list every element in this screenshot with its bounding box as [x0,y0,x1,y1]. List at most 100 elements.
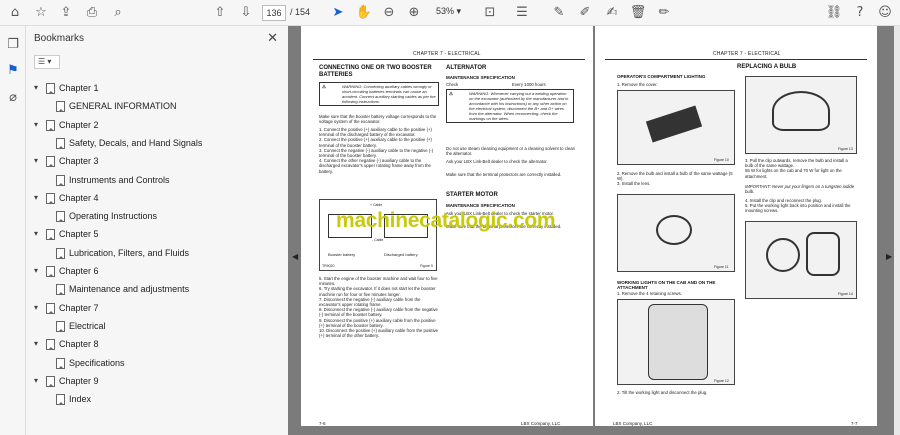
footer-company: LBX Company, LLC [613,421,653,426]
bookmark-chapter[interactable]: ▾ Chapter 8 [34,336,276,352]
bookmark-item[interactable]: Electrical [44,318,276,334]
bookmark-label: Chapter 4 [59,192,99,203]
bookmark-page-icon [46,229,55,241]
scroll-mode-icon[interactable]: ☰ [513,4,531,22]
bookmark-page-icon [56,174,65,186]
bookmark-label: Index [69,394,92,405]
close-icon[interactable]: ✕ [267,30,278,46]
chevron-down-icon[interactable]: ▾ [34,117,38,133]
help-icon[interactable]: ? [851,4,869,22]
star-icon[interactable]: ☆ [32,4,50,22]
chevron-down-icon[interactable]: ▾ [34,153,38,169]
zoom-search-icon[interactable]: ⌕ [109,4,127,22]
subsection-title: OPERATOR'S COMPARTMENT LIGHTING [617,74,706,79]
zoom-select[interactable]: 53% ▾ [436,6,461,17]
chevron-down-icon[interactable]: ▾ [34,336,38,352]
prev-page-icon[interactable]: ⇧ [211,4,229,22]
page-header: CHAPTER 7 - ELECTRICAL [713,51,781,57]
section-title: REPLACING A BULB [737,64,797,70]
bookmark-item[interactable]: Safety, Decals, and Hand Signals [44,135,276,151]
zoom-in-icon[interactable]: ⊕ [405,4,423,22]
page-header: CHAPTER 7 - ELECTRICAL [413,51,481,57]
pages-icon[interactable]: ❐ [4,36,22,54]
subsection-title: WORKING LIGHTS ON THE CAB AND ON THE ATT… [617,280,716,290]
bookmark-chapter[interactable]: ▾ Chapter 9 [34,373,276,389]
subsection-title: MAINTENANCE SPECIFICATION [446,75,515,80]
chevron-down-icon[interactable]: ▾ [34,373,38,389]
comment-icon[interactable]: ✎ [550,4,568,22]
bookmark-label: Chapter 8 [59,339,99,350]
bookmark-label: Chapter 3 [59,156,99,167]
chevron-down-icon[interactable]: ▾ [34,300,38,316]
chevron-down-icon[interactable]: ▾ [34,263,38,279]
bookmark-page-icon [46,83,55,94]
fit-page-icon[interactable]: ⊡ [481,4,499,22]
bookmark-label: Operating Instructions [69,211,158,222]
attachment-icon[interactable]: ⌀ [4,89,22,107]
steps: 3. Pull the clip outwards, remove the bu… [745,158,848,179]
watermark: machinecatalogic.com [336,209,556,232]
toolbar: ⌂ ☆ ⇪ ⎙ ⌕ ⇧ ⇩ 136 / 154 ➤ ✋ ⊖ ⊕ 53% ▾ ⊡ … [0,0,900,26]
steps: 2. Remove the bulb and install a bulb of… [617,171,733,187]
bookmark-item[interactable]: GENERAL INFORMATION [44,98,276,114]
bookmark-options-button[interactable]: ☰ ▾ [34,55,60,69]
steps: 4. Install the clip and reconnect the pl… [745,198,851,214]
figure-working-light: Figure 12 [617,299,735,385]
warning-box: ⚠ WARNING: Connecting auxiliary cables wr… [319,82,439,106]
bookmark-chapter[interactable]: ▾ Chapter 5 [34,226,276,242]
spec-row: Check Every 1000 hours [446,82,546,87]
bookmark-item[interactable]: Lubrication, Filters, and Fluids [44,245,276,261]
bookmark-icon[interactable]: ⚑ [4,62,22,80]
next-page-icon[interactable]: ⇩ [237,4,255,22]
bookmark-chapter[interactable]: ▾ Chapter 7 [34,300,276,316]
bookmark-label: GENERAL INFORMATION [69,101,177,112]
zoom-out-icon[interactable]: ⊖ [380,4,398,22]
page-right: CHAPTER 7 - ELECTRICAL REPLACING A BULB … [595,26,877,426]
bookmark-page-icon [46,302,55,314]
chevron-down-icon[interactable]: ▾ [34,226,38,242]
highlight-icon[interactable]: ✐ [576,4,594,22]
bookmark-item[interactable]: Instruments and Controls [44,172,276,188]
delete-icon[interactable]: 🗑 [629,4,647,22]
bookmark-item[interactable]: Operating Instructions [44,208,276,224]
edit-icon[interactable]: ✏ [655,4,673,22]
bookmark-page-icon [56,357,65,369]
share-link-icon[interactable]: ⛓ [825,4,843,22]
step: 2. Tilt the working light and disconnect… [617,390,708,395]
bookmark-label: Chapter 2 [59,119,99,130]
figure-bulb: Figure 13 [745,76,857,154]
bookmark-page-icon [46,266,55,277]
hand-icon[interactable]: ✋ [355,4,373,22]
bookmark-page-icon [56,284,65,296]
chevron-down-icon[interactable]: ▾ [34,80,38,96]
bookmark-item[interactable]: Specifications [44,355,276,371]
upload-icon[interactable]: ⇪ [57,4,75,22]
paragraph: Do not use steam cleaning equipment or a… [446,146,575,157]
page-number: 7-7 [851,421,858,426]
home-icon[interactable]: ⌂ [6,4,24,22]
warning-box-2: ⚠ WARNING: Whenever carrying out a weldin… [446,89,574,123]
bookmark-chapter[interactable]: ▾ Chapter 6 [34,263,276,279]
bookmark-page-icon [46,192,55,204]
bookmark-chapter[interactable]: ▾ Chapter 4 [34,190,276,206]
cursor-icon[interactable]: ➤ [329,4,347,22]
bookmark-chapter[interactable]: ▾ Chapter 2 [34,117,276,133]
print-icon[interactable]: ⎙ [83,4,101,22]
figure-lens: Figure 11 [617,194,735,272]
bookmark-item[interactable]: Index [44,391,276,407]
steps-list: 1. Connect the positive (+) auxiliary ca… [319,127,434,174]
page-number-input[interactable]: 136 [262,5,286,21]
prev-arrow-icon[interactable]: ◀ [292,252,298,261]
bookmark-chapter[interactable]: ▾ Chapter 3 [34,153,276,169]
bookmark-chapter[interactable]: ▾ Chapter 1 [34,80,276,96]
figure-plug: Figure 14 [745,221,857,299]
chevron-down-icon[interactable]: ▾ [34,190,38,206]
bookmarks-panel: Bookmarks ✕ ☰ ▾ ▾ Chapter 1 GENERAL INFORM… [26,26,288,435]
footer-company: LBX Company, LLC [521,421,561,426]
draw-icon[interactable]: ✍ [603,4,621,22]
account-icon[interactable]: ☺ [876,4,894,22]
left-rail: ❐ ⚑ ⌀ [0,26,26,435]
scrollbar[interactable] [894,26,900,435]
bookmark-item[interactable]: Maintenance and adjustments [44,281,276,297]
next-arrow-icon[interactable]: ▶ [886,252,892,261]
